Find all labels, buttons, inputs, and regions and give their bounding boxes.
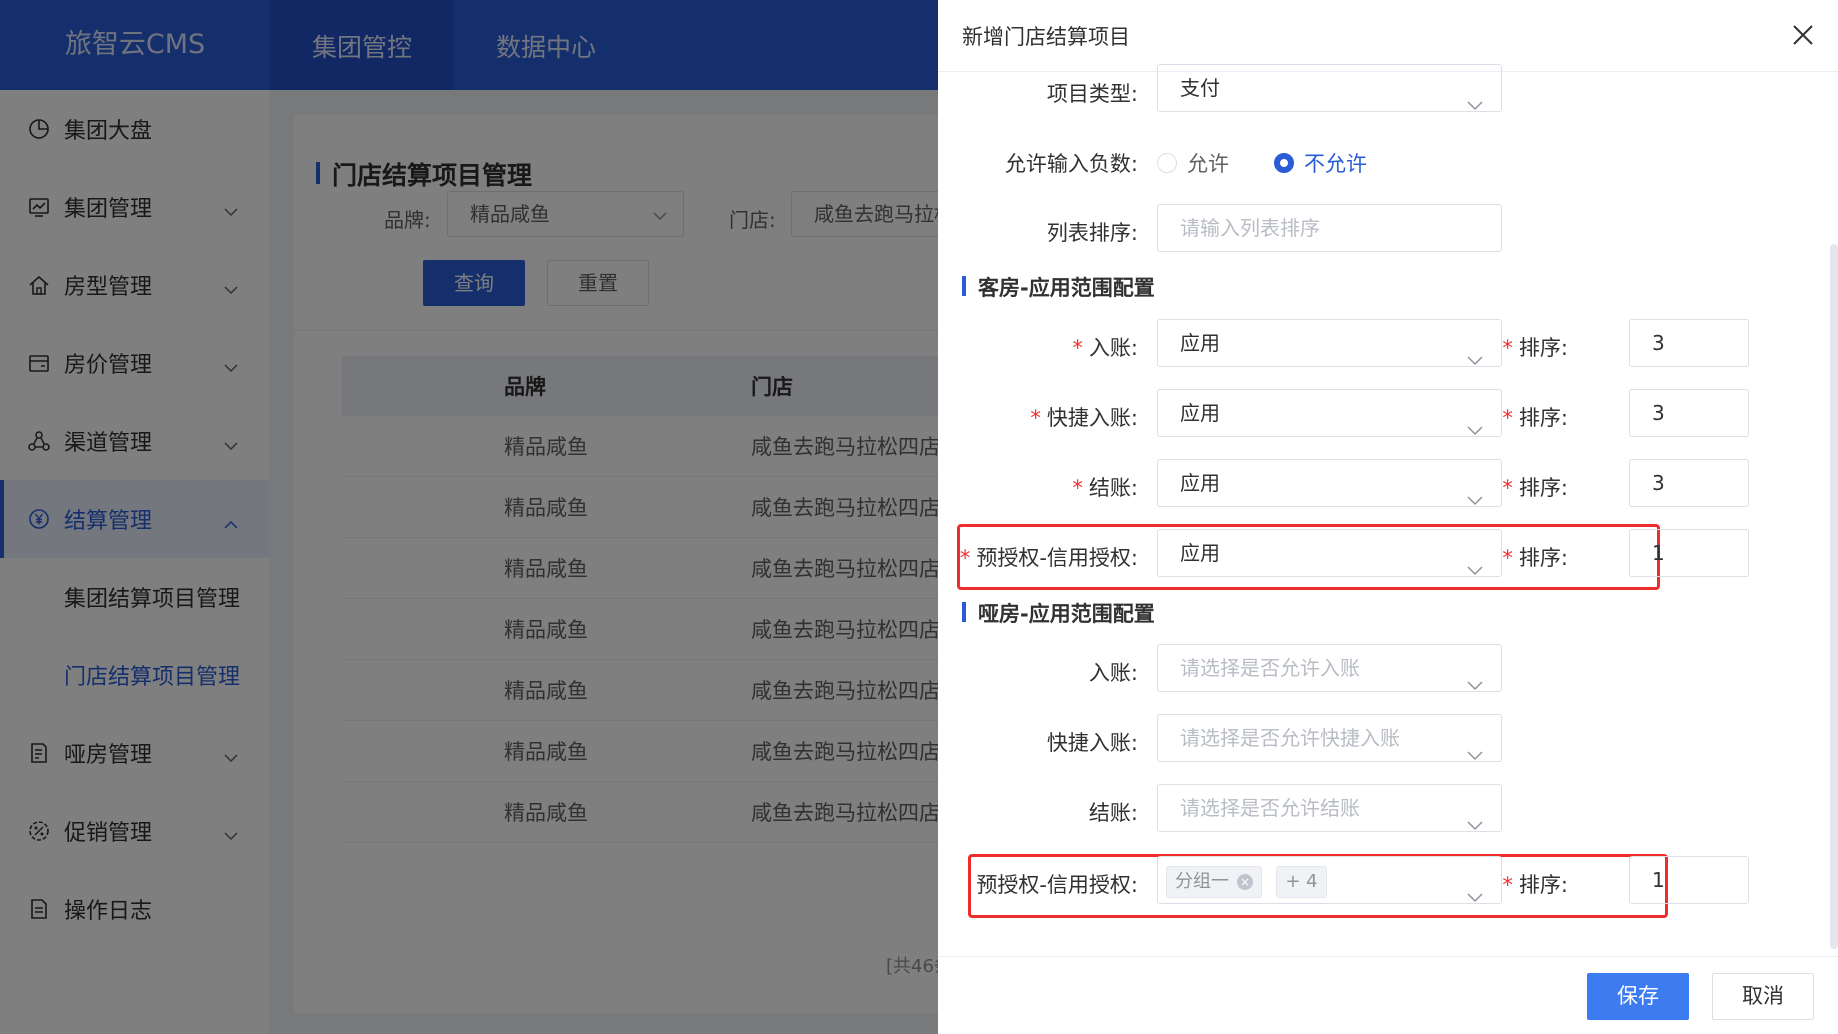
guest-post-sort-input[interactable]: 3	[1629, 319, 1749, 367]
guest-quick-post-sort-input[interactable]: 3	[1629, 389, 1749, 437]
guest-quick-post-label: * 快捷入账:	[1030, 406, 1138, 430]
project-type-select[interactable]: 支付	[1157, 64, 1502, 112]
dummy-quick-post-select[interactable]: 请选择是否允许快捷入账	[1157, 714, 1502, 762]
project-type-value: 支付	[1180, 76, 1220, 100]
guest-post-label: * 入账:	[1072, 336, 1138, 360]
guest-checkout-value: 应用	[1180, 471, 1220, 495]
guest-quick-post-value: 应用	[1180, 401, 1220, 425]
guest-checkout-sort-label: * 排序:	[1502, 476, 1568, 500]
dummy-checkout-placeholder: 请选择是否允许结账	[1180, 796, 1360, 820]
dummy-post-placeholder: 请选择是否允许入账	[1180, 656, 1360, 680]
guest-checkout-sort-input[interactable]: 3	[1629, 459, 1749, 507]
guest-checkout-label: * 结账:	[1072, 476, 1138, 500]
dummy-quick-post-label: 快捷入账:	[1046, 731, 1138, 755]
tag-close-icon[interactable]: ×	[1237, 873, 1253, 890]
guest-preauth-value: 应用	[1180, 541, 1220, 565]
dummy-checkout-select[interactable]: 请选择是否允许结账	[1157, 784, 1502, 832]
dummy-preauth-sort-label: * 排序:	[1502, 873, 1568, 897]
guest-post-value: 应用	[1180, 331, 1220, 355]
radio-circle-icon	[1157, 153, 1177, 173]
dummy-post-label: 入账:	[1088, 661, 1138, 685]
drawer-scrollbar[interactable]	[1830, 244, 1838, 949]
more-tags-badge: + 4	[1276, 865, 1327, 898]
selected-tag[interactable]: 分组一 ×	[1166, 865, 1262, 898]
add-store-settlement-drawer: 新增门店结算项目 项目类型: 支付 允许输入负数: 允许 不允许 列表排序: 请…	[938, 0, 1838, 1034]
drawer-footer: 保存 取消	[938, 956, 1838, 1034]
drawer-header: 新增门店结算项目	[938, 0, 1838, 72]
dummy-post-select[interactable]: 请选择是否允许入账	[1157, 644, 1502, 692]
radio-disallow[interactable]: 不允许	[1274, 148, 1367, 178]
guest-preauth-sort-input[interactable]: 1	[1629, 529, 1749, 577]
selected-tag-label: 分组一	[1175, 870, 1229, 892]
allow-negative-label: 允许输入负数:	[1004, 152, 1138, 176]
project-type-label: 项目类型:	[1046, 82, 1138, 106]
save-button[interactable]: 保存	[1587, 973, 1689, 1020]
chevron-down-icon	[1467, 661, 1483, 707]
cancel-button[interactable]: 取消	[1712, 973, 1814, 1020]
guest-quick-post-sort-label: * 排序:	[1502, 406, 1568, 430]
close-icon[interactable]	[1790, 22, 1816, 48]
section-title-guest-room: 客房-应用范围配置	[962, 272, 1155, 302]
guest-preauth-label: * 预授权-信用授权:	[959, 546, 1138, 570]
dummy-checkout-label: 结账:	[1088, 801, 1138, 825]
radio-disallow-label: 不允许	[1304, 152, 1367, 176]
modal-overlay[interactable]	[0, 0, 938, 1034]
dummy-preauth-sort-input[interactable]: 1	[1629, 856, 1749, 904]
dummy-preauth-label: 预授权-信用授权:	[976, 873, 1138, 897]
radio-checked-icon	[1274, 153, 1294, 173]
guest-preauth-sort-label: * 排序:	[1502, 546, 1568, 570]
drawer-title: 新增门店结算项目	[962, 24, 1130, 49]
guest-post-sort-label: * 排序:	[1502, 336, 1568, 360]
list-sort-label: 列表排序:	[1046, 221, 1138, 245]
radio-allow[interactable]: 允许	[1157, 148, 1229, 178]
dummy-quick-post-placeholder: 请选择是否允许快捷入账	[1180, 726, 1400, 750]
chevron-down-icon	[1467, 801, 1483, 847]
radio-allow-label: 允许	[1187, 152, 1229, 176]
chevron-down-icon	[1467, 731, 1483, 777]
drawer-body: 项目类型: 支付 允许输入负数: 允许 不允许 列表排序: 请输入列表排序 客房…	[938, 64, 1838, 956]
section-title-dummy-room: 哑房-应用范围配置	[962, 598, 1155, 628]
chevron-down-icon	[1467, 81, 1483, 127]
list-sort-input[interactable]: 请输入列表排序	[1157, 204, 1502, 252]
